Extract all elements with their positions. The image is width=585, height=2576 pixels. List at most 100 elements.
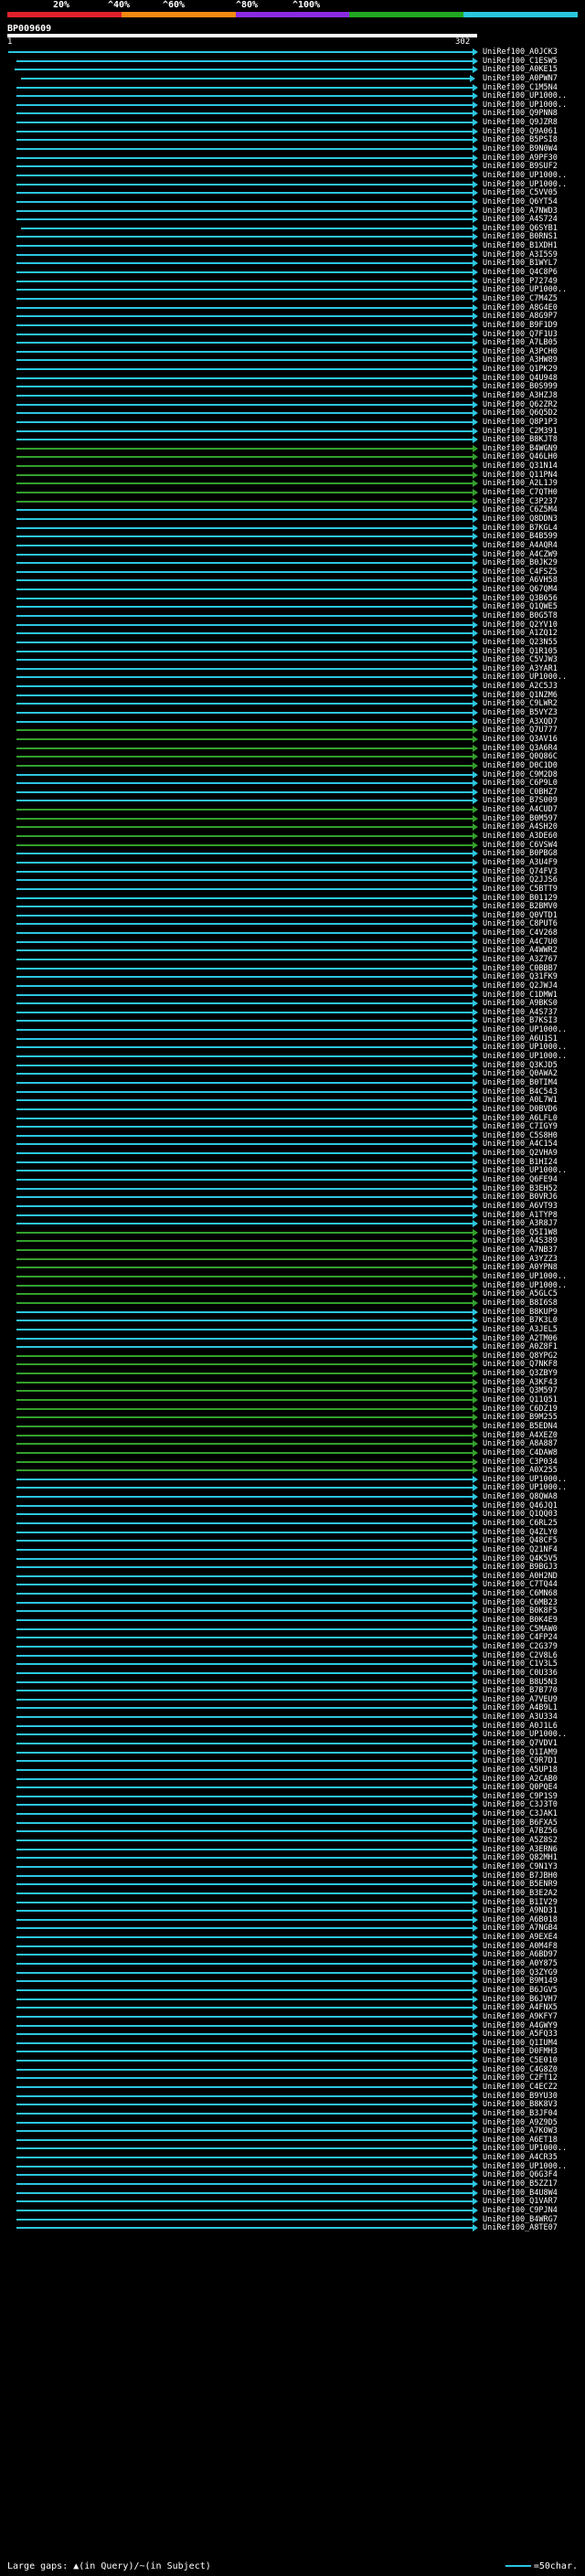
hit-label[interactable]: UniRef100_A3I5S9 <box>483 250 558 260</box>
hit-label[interactable]: UniRef100_Q7NKF8 <box>483 1360 558 1369</box>
hit-label[interactable]: UniRef100_Q9PNN8 <box>483 109 558 118</box>
hit-label[interactable]: UniRef100_UP1000.. <box>483 171 567 180</box>
hit-label[interactable]: UniRef100_B0VRJ6 <box>483 1193 558 1202</box>
hit-label[interactable]: UniRef100_B0TIM4 <box>483 1078 558 1087</box>
hit-label[interactable]: UniRef100_A3U334 <box>483 1712 558 1722</box>
hit-label[interactable]: UniRef100_B0K8F5 <box>483 1606 558 1616</box>
hit-label[interactable]: UniRef100_B7S009 <box>483 796 558 805</box>
hit-label[interactable]: UniRef100_Q3ZBY9 <box>483 1369 558 1378</box>
hit-label[interactable]: UniRef100_Q8YPG2 <box>483 1352 558 1361</box>
hit-label[interactable]: UniRef100_C4G8Z0 <box>483 2065 558 2074</box>
hit-label[interactable]: UniRef100_A4C7U0 <box>483 938 558 947</box>
hit-label[interactable]: UniRef100_C3JAK1 <box>483 1809 558 1818</box>
hit-label[interactable]: UniRef100_A0L7W1 <box>483 1096 558 1105</box>
hit-label[interactable]: UniRef100_A9Z9D5 <box>483 2118 558 2127</box>
hit-label[interactable]: UniRef100_C2V8L6 <box>483 1651 558 1660</box>
hit-label[interactable]: UniRef100_C7TQ44 <box>483 1580 558 1589</box>
hit-label[interactable]: UniRef100_C3P034 <box>483 1458 558 1467</box>
hit-label[interactable]: UniRef100_A2TM06 <box>483 1334 558 1343</box>
hit-label[interactable]: UniRef100_B7JBH0 <box>483 1871 558 1881</box>
hit-label[interactable]: UniRef100_A3YAR1 <box>483 664 558 673</box>
hit-label[interactable]: UniRef100_A3JEL5 <box>483 1325 558 1334</box>
hit-label[interactable]: UniRef100_C2G379 <box>483 1642 558 1651</box>
hit-label[interactable]: UniRef100_B3E2A2 <box>483 1889 558 1898</box>
hit-label[interactable]: UniRef100_A4CUD7 <box>483 805 558 814</box>
hit-label[interactable]: UniRef100_A1ZQ12 <box>483 629 558 638</box>
hit-label[interactable]: UniRef100_C3J3T0 <box>483 1800 558 1809</box>
hit-label[interactable]: UniRef100_A7VEU9 <box>483 1695 558 1704</box>
hit-label[interactable]: UniRef100_A0KE15 <box>483 65 558 74</box>
hit-label[interactable]: UniRef100_Q3M597 <box>483 1386 558 1395</box>
hit-label[interactable]: UniRef100_C1M5N4 <box>483 83 558 92</box>
hit-label[interactable]: UniRef100_B8KUP9 <box>483 1308 558 1317</box>
hit-label[interactable]: UniRef100_B0JK29 <box>483 558 558 567</box>
hit-label[interactable]: UniRef100_B5ENR9 <box>483 1880 558 1889</box>
hit-label[interactable]: UniRef100_UP1000.. <box>483 1281 567 1290</box>
hit-label[interactable]: UniRef100_B4B599 <box>483 532 558 541</box>
hit-label[interactable]: UniRef100_C6RL25 <box>483 1519 558 1528</box>
hit-label[interactable]: UniRef100_C5BTT9 <box>483 885 558 894</box>
hit-label[interactable]: UniRef100_A4S724 <box>483 215 558 224</box>
hit-label[interactable]: UniRef100_C6MN68 <box>483 1589 558 1598</box>
hit-label[interactable]: UniRef100_Q3KJD5 <box>483 1061 558 1070</box>
hit-label[interactable]: UniRef100_C6Z5M4 <box>483 505 558 514</box>
hit-label[interactable]: UniRef100_Q6FE94 <box>483 1175 558 1184</box>
hit-label[interactable]: UniRef100_Q1QWE5 <box>483 602 558 611</box>
hit-label[interactable]: UniRef100_B8K8V3 <box>483 2100 558 2109</box>
hit-label[interactable]: UniRef100_A0J1L6 <box>483 1722 558 1731</box>
hit-label[interactable]: UniRef100_B8KJT8 <box>483 435 558 444</box>
hit-label[interactable]: UniRef100_A0Z8F1 <box>483 1342 558 1352</box>
hit-label[interactable]: UniRef100_A7NWD3 <box>483 207 558 216</box>
hit-label[interactable]: UniRef100_Q4ZLY0 <box>483 1528 558 1537</box>
hit-label[interactable]: UniRef100_A2CAB0 <box>483 1775 558 1784</box>
hit-label[interactable]: UniRef100_Q4U948 <box>483 374 558 383</box>
hit-label[interactable]: UniRef100_A1TYP8 <box>483 1211 558 1220</box>
hit-label[interactable]: UniRef100_UP1000.. <box>483 673 567 682</box>
hit-label[interactable]: UniRef100_A3KF43 <box>483 1378 558 1387</box>
hit-label[interactable]: UniRef100_A6ET18 <box>483 2136 558 2145</box>
hit-label[interactable]: UniRef100_A4CZW9 <box>483 550 558 559</box>
hit-label[interactable]: UniRef100_D0C1D0 <box>483 761 558 770</box>
hit-label[interactable]: UniRef100_Q2JJS6 <box>483 875 558 885</box>
hit-label[interactable]: UniRef100_B1WYL7 <box>483 259 558 268</box>
hit-label[interactable]: UniRef100_Q74FV3 <box>483 867 558 876</box>
hit-label[interactable]: UniRef100_D0BVD6 <box>483 1105 558 1114</box>
hit-label[interactable]: UniRef100_C6VSW4 <box>483 841 558 850</box>
hit-label[interactable]: UniRef100_Q2VHA9 <box>483 1149 558 1158</box>
hit-label[interactable]: UniRef100_Q6G3F4 <box>483 2170 558 2179</box>
hit-label[interactable]: UniRef100_A4XEZ0 <box>483 1431 558 1440</box>
hit-row[interactable]: UniRef100_A8TE07 <box>0 2223 585 2233</box>
hit-label[interactable]: UniRef100_C5S8H0 <box>483 1131 558 1140</box>
hit-label[interactable]: UniRef100_Q82MH1 <box>483 1853 558 1862</box>
hit-label[interactable]: UniRef100_A7BZ56 <box>483 1827 558 1836</box>
hit-label[interactable]: UniRef100_C9N1Y3 <box>483 1862 558 1871</box>
hit-label[interactable]: UniRef100_C2FT12 <box>483 2073 558 2083</box>
hit-label[interactable]: UniRef100_A0JCK3 <box>483 48 558 57</box>
hit-label[interactable]: UniRef100_Q8QWA8 <box>483 1492 558 1501</box>
hit-label[interactable]: UniRef100_B7B770 <box>483 1686 558 1695</box>
hit-label[interactable]: UniRef100_A3XQD7 <box>483 717 558 726</box>
hit-label[interactable]: UniRef100_UP1000.. <box>483 285 567 294</box>
hit-label[interactable]: UniRef100_C4ECZ2 <box>483 2083 558 2092</box>
hit-label[interactable]: UniRef100_A4S737 <box>483 1008 558 1017</box>
hit-label[interactable]: UniRef100_B4WGN9 <box>483 444 558 453</box>
hit-label[interactable]: UniRef100_B0G5T8 <box>483 611 558 620</box>
hit-label[interactable]: UniRef100_B4C543 <box>483 1087 558 1097</box>
hit-label[interactable]: UniRef100_UP1000.. <box>483 2162 567 2171</box>
hit-label[interactable]: UniRef100_Q23N55 <box>483 638 558 647</box>
hit-label[interactable]: UniRef100_A4WWR2 <box>483 946 558 955</box>
hit-label[interactable]: UniRef100_Q8P1P3 <box>483 418 558 427</box>
hit-label[interactable]: UniRef100_B7K3L0 <box>483 1316 558 1325</box>
hit-label[interactable]: UniRef100_Q2YV10 <box>483 620 558 630</box>
hit-label[interactable]: UniRef100_A3R8J7 <box>483 1219 558 1228</box>
hit-label[interactable]: UniRef100_C4DAW8 <box>483 1448 558 1458</box>
hit-label[interactable]: UniRef100_A3U4F9 <box>483 858 558 867</box>
hit-label[interactable]: UniRef100_Q6YT54 <box>483 197 558 207</box>
hit-label[interactable]: UniRef100_Q21NF4 <box>483 1545 558 1554</box>
hit-label[interactable]: UniRef100_UP1000.. <box>483 1483 567 1492</box>
hit-label[interactable]: UniRef100_Q0PQE4 <box>483 1783 558 1792</box>
hit-label[interactable]: UniRef100_A6B018 <box>483 1915 558 1924</box>
hit-label[interactable]: UniRef100_Q6Q5D2 <box>483 408 558 418</box>
hit-label[interactable]: UniRef100_Q1IUM4 <box>483 2039 558 2048</box>
hit-label[interactable]: UniRef100_Q1QQ03 <box>483 1510 558 1519</box>
